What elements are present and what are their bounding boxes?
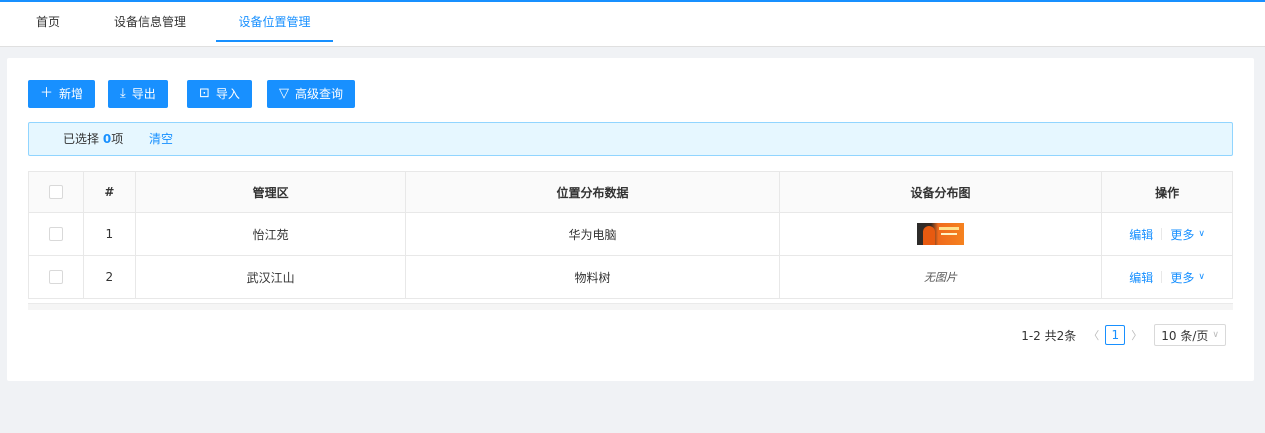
selection-alert: 已选择 0项 清空 xyxy=(28,122,1233,156)
row-index: 1 xyxy=(84,213,136,255)
action-divider xyxy=(1161,271,1163,283)
row-actions: 编辑 更多 ∨ xyxy=(1102,213,1232,255)
import-icon: ⊡ xyxy=(199,86,210,101)
export-button-label: 导出 xyxy=(131,87,156,101)
pagination-summary: 1-2 共2条 xyxy=(1021,328,1077,343)
pagination: 1-2 共2条 〈 1 〉 10 条/页 ∨ xyxy=(1021,324,1226,346)
column-header-distribution-image: 设备分布图 xyxy=(780,172,1103,212)
next-page-icon[interactable]: 〉 xyxy=(1131,327,1142,343)
horizontal-scrollbar[interactable] xyxy=(28,303,1233,310)
row-checkbox-cell xyxy=(29,213,84,255)
distribution-image-thumbnail[interactable] xyxy=(916,223,964,245)
data-table: # 管理区 位置分布数据 设备分布图 操作 1 怡江苑 华为电脑 编辑 更多 ∨… xyxy=(28,171,1233,299)
row-checkbox-cell xyxy=(29,256,84,298)
clear-selection-link[interactable]: 清空 xyxy=(149,132,173,146)
select-all-checkbox[interactable] xyxy=(48,185,63,199)
tab-home-label: 首页 xyxy=(36,15,61,29)
page-size-select[interactable]: 10 条/页 ∨ xyxy=(1154,324,1226,346)
chevron-down-icon: ∨ xyxy=(1198,272,1205,282)
table-header-row: # 管理区 位置分布数据 设备分布图 操作 xyxy=(29,172,1232,213)
row-checkbox[interactable] xyxy=(48,270,63,284)
more-dropdown[interactable]: 更多 ∨ xyxy=(1170,269,1205,286)
export-button[interactable]: ⤓ 导出 xyxy=(108,80,168,108)
more-label: 更多 xyxy=(1170,227,1195,242)
column-header-location-data: 位置分布数据 xyxy=(406,172,780,212)
more-label: 更多 xyxy=(1170,270,1195,285)
more-dropdown[interactable]: 更多 ∨ xyxy=(1170,226,1205,243)
edit-link[interactable]: 编辑 xyxy=(1129,226,1153,243)
selection-prefix: 已选择 xyxy=(63,132,103,146)
header-checkbox-cell xyxy=(29,172,84,212)
row-index: 2 xyxy=(84,256,136,298)
column-header-actions: 操作 xyxy=(1155,185,1180,200)
selection-suffix: 项 xyxy=(111,132,124,146)
advanced-query-button[interactable]: ▽ 高级查询 xyxy=(267,80,356,108)
row-location-data: 物料树 xyxy=(406,256,780,298)
download-icon: ⤓ xyxy=(120,86,126,101)
row-actions: 编辑 更多 ∨ xyxy=(1102,256,1232,298)
tab-device-location[interactable]: 设备位置管理 xyxy=(216,2,333,46)
no-image-text: 无图片 xyxy=(923,271,957,284)
add-button-label: 新增 xyxy=(59,87,84,101)
advanced-query-button-label: 高级查询 xyxy=(295,87,344,101)
row-image-cell: 无图片 xyxy=(780,256,1103,298)
selection-count: 0 xyxy=(102,132,112,146)
active-tab-indicator xyxy=(216,40,333,42)
page-number-current[interactable]: 1 xyxy=(1105,325,1126,345)
action-divider xyxy=(1161,228,1163,240)
page-size-value: 10 条/页 xyxy=(1161,328,1209,343)
plus-icon: ＋ xyxy=(40,86,54,101)
content-card: ＋ 新增 ⤓ 导出 ⊡ 导入 ▽ 高级查询 已选择 0项 清空 # 管理区 位置… xyxy=(7,58,1254,381)
import-button-label: 导入 xyxy=(215,87,240,101)
tab-device-info[interactable]: 设备信息管理 xyxy=(114,2,186,46)
tab-bar: 首页 设备信息管理 设备位置管理 xyxy=(0,2,1265,47)
add-button[interactable]: ＋ 新增 xyxy=(28,80,96,108)
prev-page-icon[interactable]: 〈 xyxy=(1088,327,1099,343)
chevron-down-icon: ∨ xyxy=(1212,330,1219,340)
column-header-area: 管理区 xyxy=(136,172,407,212)
tab-device-info-label: 设备信息管理 xyxy=(114,15,187,29)
thumbnail-figure xyxy=(922,226,935,245)
filter-icon: ▽ xyxy=(279,86,289,101)
import-button[interactable]: ⊡ 导入 xyxy=(187,80,252,108)
table-row: 1 怡江苑 华为电脑 编辑 更多 ∨ xyxy=(29,213,1232,256)
row-location-data: 华为电脑 xyxy=(406,213,780,255)
row-area: 怡江苑 xyxy=(136,213,407,255)
chevron-down-icon: ∨ xyxy=(1198,229,1205,239)
tab-home[interactable]: 首页 xyxy=(36,2,60,46)
table-row: 2 武汉江山 物料树 无图片 编辑 更多 ∨ xyxy=(29,256,1232,299)
thumbnail-text-bar-2 xyxy=(940,233,957,235)
column-header-index: # xyxy=(84,172,136,212)
row-area: 武汉江山 xyxy=(136,256,407,298)
tab-device-location-label: 设备位置管理 xyxy=(238,15,311,29)
row-checkbox[interactable] xyxy=(48,227,63,241)
thumbnail-text-bar xyxy=(938,227,959,230)
edit-link[interactable]: 编辑 xyxy=(1129,269,1153,286)
row-image-cell xyxy=(780,213,1103,255)
